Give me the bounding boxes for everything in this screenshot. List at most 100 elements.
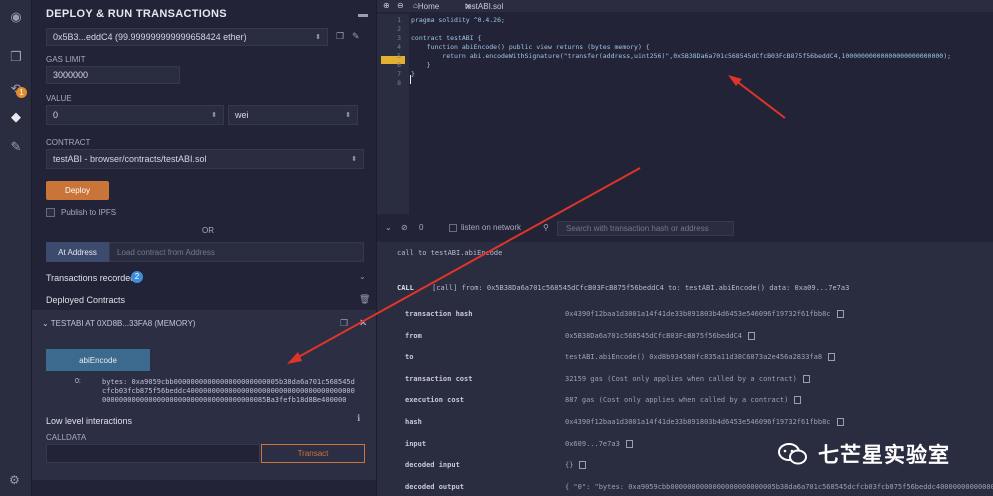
panel-menu-icon[interactable]: ▬ (358, 9, 368, 20)
transactions-recorded-label[interactable]: Transactions recorded (46, 273, 135, 283)
call-summary[interactable]: CALL [call] from: 0x5B38Da6a701c568545dC… (397, 284, 849, 292)
copy-icon[interactable] (836, 418, 844, 426)
line-number: 4 (397, 43, 401, 51)
code-line[interactable]: contract testABI { (411, 34, 481, 42)
calldata-input[interactable] (46, 444, 260, 463)
chevron-updown-icon: ⬍ (315, 34, 321, 41)
or-divider: OR (202, 226, 214, 235)
code-line[interactable]: } (411, 70, 415, 78)
low-level-label: Low level interactions (46, 416, 133, 426)
line-number: 7 (397, 70, 401, 78)
line-gutter: 12345678 (377, 14, 409, 214)
load-address-input[interactable]: Load contract from Address (109, 242, 364, 262)
copy-icon[interactable]: ❐ (336, 31, 344, 42)
abiencode-button[interactable]: abiEncode (46, 349, 150, 371)
listen-label: listen on network (461, 223, 522, 232)
zoom-out-icon[interactable]: ⊖ (397, 1, 404, 10)
code-line[interactable]: pragma solidity ^0.4.26; (411, 16, 505, 24)
copy-icon[interactable] (836, 310, 844, 318)
line-number: 6 (397, 61, 401, 69)
value-input[interactable]: 0 ⬍ (46, 105, 224, 125)
account-value: 0x5B3...eddC4 (99.999999999999658424 eth… (53, 32, 247, 42)
tx-field-value: 0x609...7e7a3 (565, 439, 633, 448)
terminal-search-input[interactable]: Search with transaction hash or address (557, 221, 734, 236)
value-amount: 0 (53, 110, 59, 120)
tx-field-key: decoded output (405, 482, 465, 491)
at-address-button[interactable]: At Address (46, 242, 109, 262)
contract-label: CONTRACT (46, 138, 91, 147)
deployed-contracts-label: Deployed Contracts (46, 295, 126, 305)
deploy-button[interactable]: Deploy (46, 181, 109, 200)
collapse-icon[interactable]: ⌄ (385, 223, 392, 232)
output-index: 0: (75, 378, 81, 385)
info-icon[interactable]: ℹ (357, 413, 360, 424)
copy-icon[interactable] (748, 331, 756, 340)
tx-field-value-text: 0x4390f12baa1d3001a14f41de33b891803b4d64… (565, 310, 831, 318)
contract-value: testABI - browser/contracts/testABI.sol (53, 154, 207, 164)
copy-icon[interactable] (794, 396, 802, 405)
line-number: 1 (397, 16, 401, 24)
tx-field-value-text: 0x4390f12baa1d3001a14f41de33b891803b4d64… (565, 418, 831, 426)
code-editor: ⊕ ⊖ ⌂ Home testABI.sol ✕ 12345678 pragma… (376, 0, 993, 214)
clear-icon[interactable]: ⊘ (401, 223, 408, 232)
plugin-manager-icon[interactable]: ✎ (7, 138, 25, 156)
tx-field-key: to (405, 353, 414, 362)
copy-icon[interactable] (625, 439, 633, 448)
settings-gear-icon[interactable]: ⚙ (9, 473, 20, 487)
terminal-toolbar: ⌄ ⊘ 0 listen on network ⚲ Search with tr… (377, 214, 993, 242)
watermark: 七芒星实验室 (778, 437, 993, 471)
tx-field-value: { "0": "bytes: 0xa9059cbb000000000000000… (565, 483, 993, 491)
tx-field-key: from (405, 331, 422, 340)
tx-field-value: {} (565, 461, 587, 470)
account-select[interactable]: 0x5B3...eddC4 (99.999999999999658424 eth… (46, 28, 328, 46)
unit-select[interactable]: wei ⬍ (228, 105, 358, 125)
stepper-icon[interactable]: ⬍ (211, 111, 217, 119)
tx-field-value-text: 887 gas (Cost only applies when called b… (565, 396, 789, 405)
remix-logo-icon[interactable]: ◉ (7, 8, 25, 26)
instance-title[interactable]: ⌄ TESTABI AT 0XD8B...33FA8 (MEMORY) (42, 319, 196, 328)
listen-checkbox[interactable] (449, 224, 457, 232)
copy-icon[interactable] (579, 461, 587, 470)
gas-limit-label: GAS LIMIT (46, 55, 86, 64)
publish-ipfs-label: Publish to IPFS (61, 208, 117, 217)
tab-home[interactable]: ⌂ Home (413, 1, 439, 11)
line-number: 3 (397, 34, 401, 42)
trash-icon[interactable]: 🗑 (359, 294, 370, 305)
line-number: 2 (397, 25, 401, 33)
deploy-run-icon[interactable]: ◆ (7, 108, 25, 126)
line-number: 8 (397, 79, 401, 87)
tx-field-value-text: testABI.abiEncode() 0xd8b934580fc835a11d… (565, 353, 823, 362)
tx-field-key: transaction cost (405, 374, 473, 383)
copy-icon[interactable] (828, 353, 836, 362)
tx-field-key: decoded input (405, 461, 460, 470)
gas-limit-input[interactable]: 3000000 (46, 66, 180, 84)
tx-field-value: testABI.abiEncode() 0xd8b934580fc835a11d… (565, 353, 836, 362)
close-icon[interactable]: ✕ (465, 2, 472, 11)
publish-ipfs-checkbox[interactable] (46, 208, 55, 217)
chevron-down-icon[interactable]: ⌄ (359, 272, 366, 281)
watermark-text: 七芒星实验室 (818, 443, 950, 467)
code-line[interactable]: } (411, 61, 431, 69)
tx-field-value: 887 gas (Cost only applies when called b… (565, 396, 802, 405)
compiler-badge: 1 (16, 87, 27, 98)
deploy-run-panel: DEPLOY & RUN TRANSACTIONS ▬ 0x5B3...eddC… (32, 0, 376, 496)
tab-home-label: Home (417, 2, 440, 11)
edit-icon[interactable]: ✎ (352, 31, 360, 42)
code-line[interactable]: return abi.encodeWithSignature("transfer… (411, 52, 951, 60)
pending-count: 0 (419, 223, 424, 232)
contract-select[interactable]: testABI - browser/contracts/testABI.sol … (46, 149, 364, 169)
tx-field-key: hash (405, 418, 422, 426)
transact-button[interactable]: Transact (261, 444, 365, 463)
tx-field-key: input (405, 439, 427, 448)
zoom-in-icon[interactable]: ⊕ (383, 1, 390, 10)
close-icon[interactable]: ✕ (359, 318, 367, 329)
icon-panel: ◉ ❐ ⟲ 1 ◆ ✎ ⚙ (0, 0, 32, 496)
copy-icon[interactable] (802, 374, 810, 383)
search-icon: ⚲ (543, 223, 549, 232)
file-explorer-icon[interactable]: ❐ (7, 48, 25, 66)
copy-icon[interactable]: ❐ (340, 318, 348, 329)
code-line[interactable]: function abiEncode() public view returns… (411, 43, 650, 51)
calldata-label: CALLDATA (46, 433, 87, 442)
editor-tabs: ⊕ ⊖ ⌂ Home testABI.sol ✕ (377, 0, 993, 12)
tx-field-value-text: 0x5B38Da6a701c568545dCfcB03FcB875f56bedd… (565, 331, 743, 340)
